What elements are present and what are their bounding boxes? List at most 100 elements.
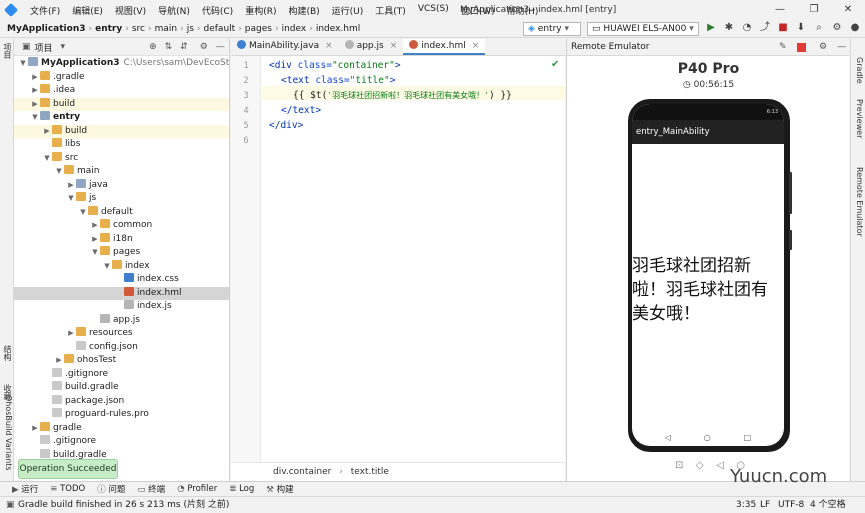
tree-item[interactable]: ▼ main [14, 165, 229, 179]
tree-item[interactable]: ▼ pages [14, 246, 229, 260]
attach-icon[interactable]: ⤴ [759, 22, 771, 34]
tree-item[interactable]: index.js [14, 300, 229, 314]
hide-icon[interactable]: — [837, 39, 846, 56]
menu-item[interactable]: 重构(R) [239, 4, 282, 17]
tool-tab-remote-emulator[interactable]: Remote Emulator [852, 167, 864, 237]
chevron-right-icon[interactable]: ▶ [66, 179, 76, 193]
chevron-right-icon[interactable]: ▶ [90, 219, 100, 233]
tool-tab-build-variants[interactable]: OhosBuild Variants [1, 395, 13, 471]
sdk-manager-icon[interactable]: ⬇ [795, 22, 807, 34]
chevron-down-icon[interactable]: ▼ [66, 192, 76, 206]
chevron-down-icon[interactable]: ▼ [42, 152, 52, 166]
tree-item[interactable]: ▼ index [14, 259, 229, 274]
bottom-tab[interactable]: ≣ Log [229, 484, 254, 494]
status-message[interactable]: Gradle build finished in 26 s 213 ms (片刻… [18, 497, 229, 513]
tree-item[interactable]: ▶ ohosTest [14, 354, 229, 368]
tool-tab-previewer[interactable]: Previewer [852, 99, 864, 138]
breadcrumb-item[interactable]: MyApplication3 [4, 24, 89, 34]
menu-item[interactable]: VCS(S) [412, 4, 455, 17]
breadcrumb-item[interactable]: default [201, 24, 239, 34]
user-icon[interactable]: ● [849, 22, 861, 34]
bottom-tab[interactable]: ◔ Profiler [177, 484, 217, 494]
cursor-position[interactable]: 3:35 [736, 497, 756, 513]
breadcrumb-item[interactable]: pages [242, 24, 275, 34]
tree-item[interactable]: libs [14, 138, 229, 152]
stop-emulator-icon[interactable] [797, 43, 806, 52]
back-icon[interactable]: ◁ [665, 433, 671, 442]
debug-icon[interactable]: ✱ [723, 22, 735, 34]
stop-icon[interactable]: ■ [777, 22, 789, 34]
pin-icon[interactable]: ✎ [779, 39, 787, 56]
menu-item[interactable]: 运行(U) [326, 4, 370, 17]
tree-item[interactable]: .gitignore [14, 367, 229, 382]
tree-item[interactable]: build.gradle [14, 381, 229, 395]
close-icon[interactable]: × [325, 41, 333, 51]
breadcrumb-item[interactable]: main [152, 24, 181, 34]
recents-icon[interactable]: □ [744, 433, 752, 442]
tree-item[interactable]: ▶ java [14, 178, 229, 193]
rotate-icon[interactable]: ◇ [696, 460, 704, 471]
project-view-label[interactable]: 项目 [35, 41, 53, 54]
chevron-right-icon[interactable]: ▶ [30, 71, 40, 85]
hide-icon[interactable]: — [216, 42, 225, 52]
collapse-all-icon[interactable]: ⇵ [180, 42, 188, 52]
chevron-down-icon[interactable]: ▼ [30, 111, 40, 125]
device-select[interactable]: ▭ HUAWEI ELS-AN00 ▾ [587, 22, 699, 36]
screenshot-icon[interactable]: ⊡ [675, 460, 683, 471]
menu-item[interactable]: 视图(V) [109, 4, 152, 17]
breadcrumb-item[interactable]: index.hml [313, 24, 363, 34]
chevron-down-icon[interactable]: ▼ [54, 165, 64, 179]
run-icon[interactable]: ▶ [705, 22, 717, 34]
menu-item[interactable]: 文件(F) [24, 4, 66, 17]
tree-item[interactable]: ▼ src [14, 151, 229, 166]
gear-icon[interactable]: ⚙ [200, 42, 208, 52]
chevron-right-icon[interactable]: ▶ [30, 84, 40, 98]
bottom-tab[interactable]: ≡ TODO [50, 484, 85, 494]
tree-item[interactable]: ▶ build [14, 124, 229, 138]
breadcrumb-item[interactable]: entry [92, 24, 125, 34]
bottom-tab[interactable]: ⚒ 构建 [266, 483, 293, 495]
tree-item[interactable]: app.js [14, 313, 229, 328]
tree-item[interactable]: ▶ .idea [14, 84, 229, 98]
minimize-button[interactable]: — [763, 0, 797, 20]
tree-item[interactable]: ▼ MyApplication3C:\Users\sam\DevEcoStudio… [14, 57, 229, 71]
home-icon[interactable]: ○ [704, 433, 711, 442]
close-icon[interactable]: × [390, 41, 398, 51]
tree-item[interactable]: ▶ resources [14, 327, 229, 341]
tree-item[interactable]: index.hml [14, 286, 229, 300]
menu-item[interactable]: 编辑(E) [66, 4, 109, 17]
chevron-right-icon[interactable]: ▶ [54, 354, 64, 368]
chevron-down-icon[interactable]: ▼ [18, 57, 28, 71]
menu-item[interactable]: 代码(C) [196, 4, 239, 17]
tree-item[interactable]: ▶ common [14, 219, 229, 233]
chevron-down-icon[interactable]: ▼ [78, 206, 88, 220]
tool-tab-structure[interactable]: 结构 [1, 345, 13, 361]
tree-item[interactable]: index.css [14, 273, 229, 287]
tree-item[interactable]: .gitignore [14, 435, 229, 449]
run-config-select[interactable]: ◈ entry ▾ [523, 22, 581, 36]
menu-item[interactable]: 导航(N) [152, 4, 196, 17]
breadcrumb-item[interactable]: src [129, 24, 148, 34]
menu-item[interactable]: 构建(B) [282, 4, 325, 17]
chevron-right-icon[interactable]: ▶ [30, 422, 40, 436]
bottom-tab[interactable]: ▶ 运行 [12, 483, 38, 495]
close-icon[interactable]: × [472, 41, 480, 51]
close-button[interactable]: ✕ [831, 0, 865, 20]
locate-icon[interactable]: ⊕ [149, 42, 157, 52]
tool-tab-gradle[interactable]: Gradle [852, 57, 864, 84]
tree-item[interactable]: ▼ entry [14, 111, 229, 125]
chevron-down-icon[interactable]: ▼ [90, 246, 100, 260]
back-icon[interactable]: ◁ [716, 460, 724, 471]
tree-item[interactable]: ▶ build [14, 97, 229, 111]
breadcrumb-item[interactable]: index [279, 24, 310, 34]
maximize-button[interactable]: ❐ [797, 0, 831, 20]
breadcrumb-item[interactable]: js [184, 24, 197, 34]
chevron-down-icon[interactable]: ▾ [61, 42, 66, 52]
bottom-tab[interactable]: ▭ 终端 [137, 483, 165, 495]
menu-item[interactable]: 工具(T) [369, 4, 412, 17]
bottom-tab[interactable]: ⓘ 问题 [97, 483, 125, 495]
tree-item[interactable]: package.json [14, 394, 229, 409]
tree-item[interactable]: ▶ .gradle [14, 70, 229, 85]
tree-item[interactable]: ▶ i18n [14, 232, 229, 247]
search-icon[interactable]: ⌕ [813, 22, 825, 34]
